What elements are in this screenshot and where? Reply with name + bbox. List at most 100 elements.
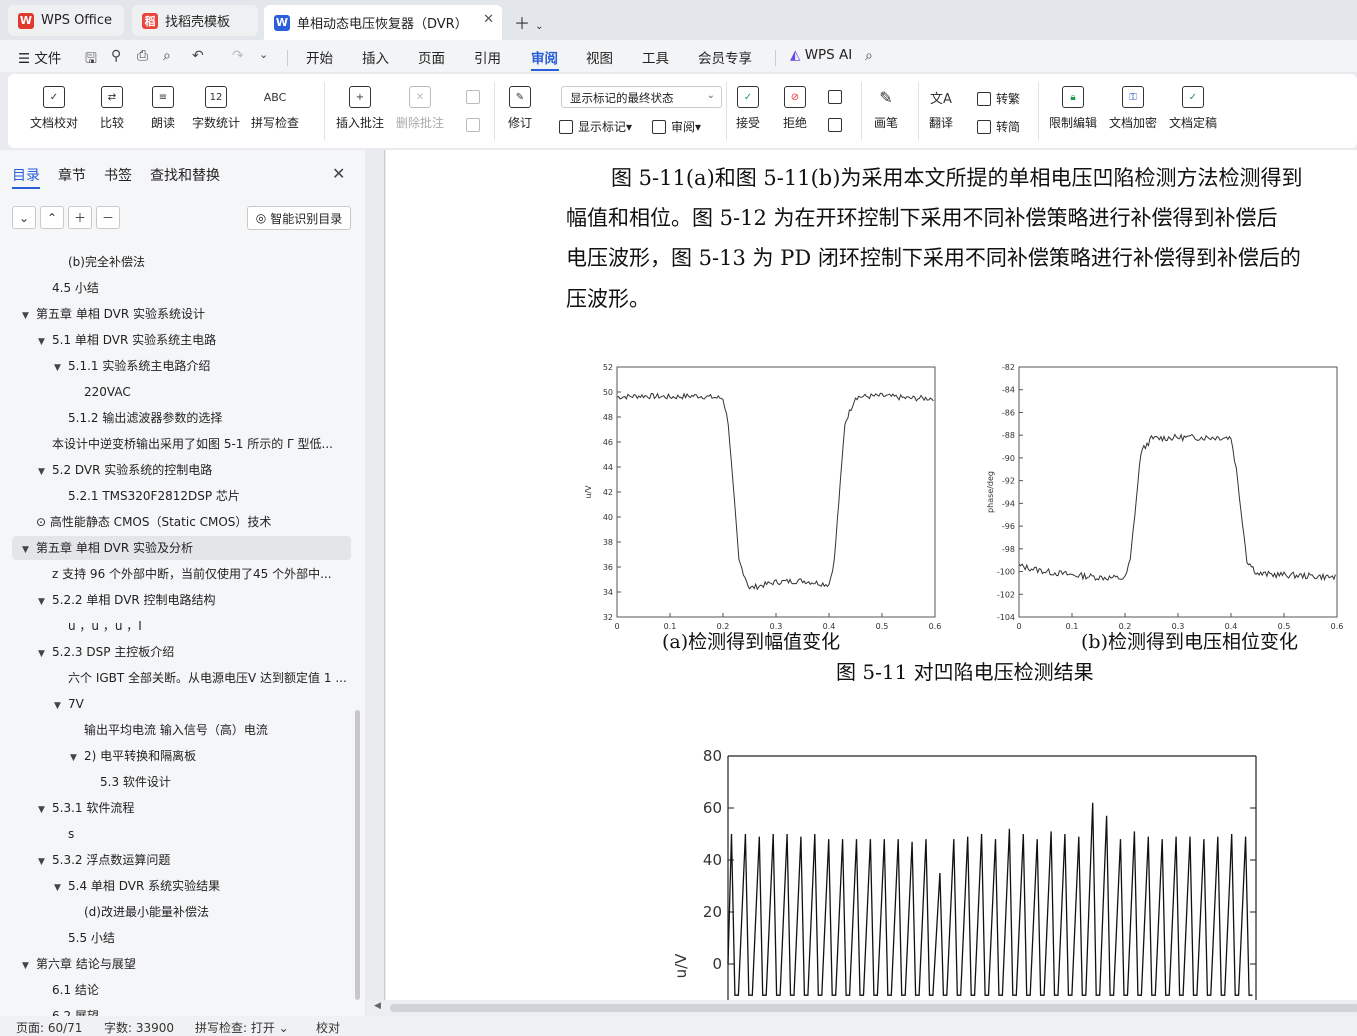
toc-item[interactable]: ▼ 第五章 单相 DVR 实验系统设计 bbox=[22, 302, 350, 326]
menu-view[interactable]: 视图 bbox=[586, 47, 613, 67]
toc-item[interactable]: (b)完全补偿法 bbox=[54, 250, 350, 274]
toc-item[interactable]: ▼ 5.3.1 软件流程 bbox=[38, 796, 350, 820]
markup-mode-select[interactable]: 显示标记的最终状态 ⌄ bbox=[561, 86, 722, 108]
expand-triangle-icon[interactable]: ▼ bbox=[70, 746, 84, 768]
toc-item[interactable]: ▼ 2) 电平转换和隔离板 bbox=[70, 744, 350, 768]
toc-scrollbar[interactable] bbox=[355, 710, 360, 1000]
doc-check-button[interactable]: ✓ 文档校对 bbox=[30, 86, 78, 131]
toc-item[interactable]: 5.2.1 TMS320F2812DSP 芯片 bbox=[54, 484, 350, 508]
menu-page[interactable]: 页面 bbox=[418, 47, 445, 67]
new-tab-button[interactable]: ＋ ⌄ bbox=[514, 10, 543, 34]
toc-item[interactable]: 5.5 小结 bbox=[54, 926, 350, 950]
expand-triangle-icon[interactable]: ▼ bbox=[54, 876, 68, 898]
toc-item[interactable]: ▼ 5.1.1 实验系统主电路介绍 bbox=[54, 354, 350, 378]
menu-file[interactable]: ☰ 文件 bbox=[18, 47, 61, 67]
toc-item[interactable]: ▼ 5.3.2 浮点数运算问题 bbox=[38, 848, 350, 872]
chevron-down-icon[interactable]: ⌄ bbox=[535, 21, 543, 32]
read-aloud-button[interactable]: ≡ 朗读 bbox=[151, 86, 175, 131]
word-count-status[interactable]: 字数: 33900 bbox=[104, 1019, 174, 1036]
collapse-all-button[interactable]: － bbox=[96, 206, 120, 229]
toc-item[interactable]: ▼ 第六章 结论与展望 bbox=[22, 952, 350, 976]
toc-item[interactable]: ▼ 5.2.3 DSP 主控板介绍 bbox=[38, 640, 350, 664]
expand-triangle-icon[interactable]: ▼ bbox=[54, 356, 68, 378]
undo-icon[interactable]: ↶ bbox=[192, 48, 204, 64]
toc-item[interactable]: 220VAC bbox=[70, 380, 350, 404]
compare-button[interactable]: ⇄ 比较 bbox=[100, 86, 124, 131]
toc-item[interactable]: ▼ 5.4 单相 DVR 系统实验结果 bbox=[54, 874, 350, 898]
menu-review[interactable]: 审阅 bbox=[531, 47, 558, 67]
toc-item[interactable]: 5.1.2 输出滤波器参数的选择 bbox=[54, 406, 350, 430]
document-page[interactable]: 图 5-11(a)和图 5-11(b)为采用本文所提的单相电压凹陷检测方法检测得… bbox=[386, 150, 1357, 1000]
toc-item[interactable]: (d)改进最小能量补偿法 bbox=[70, 900, 350, 924]
prev-change-button[interactable] bbox=[828, 90, 847, 104]
toc-item[interactable]: ▼ 5.2.2 单相 DVR 控制电路结构 bbox=[38, 588, 350, 612]
reject-button[interactable]: ⊘ 拒绝 bbox=[783, 86, 807, 131]
ink-button[interactable]: ✎ 画笔 bbox=[874, 86, 898, 131]
tab-find-replace[interactable]: 查找和替换 bbox=[150, 165, 220, 185]
expand-triangle-icon[interactable]: ▼ bbox=[38, 330, 52, 352]
tab-daoke-templates[interactable]: 稻 找稻壳模板 bbox=[132, 5, 258, 36]
menu-home[interactable]: 开始 bbox=[306, 47, 333, 67]
horizontal-scrollbar[interactable]: ◀ bbox=[366, 1000, 1357, 1016]
expand-triangle-icon[interactable]: ▼ bbox=[38, 798, 52, 820]
next-comment-button[interactable] bbox=[466, 118, 485, 132]
expand-triangle-icon[interactable]: ▼ bbox=[38, 850, 52, 872]
tab-wps-office[interactable]: W WPS Office bbox=[8, 5, 124, 36]
toc-item[interactable]: ▼ 5.2 DVR 实验系统的控制电路 bbox=[38, 458, 350, 482]
toc-item[interactable]: ▼ 7V bbox=[54, 692, 350, 716]
close-icon[interactable]: ✕ bbox=[332, 164, 345, 183]
expand-all-button[interactable]: ＋ bbox=[68, 206, 92, 229]
toc-item[interactable]: ▼ 5.1 单相 DVR 实验系统主电路 bbox=[38, 328, 350, 352]
toc-item[interactable]: 输出平均电流 输入信号（高）电流 bbox=[70, 718, 350, 742]
toc-item[interactable]: 4.5 小结 bbox=[38, 276, 350, 300]
prev-comment-button[interactable] bbox=[466, 90, 485, 104]
tab-bookmarks[interactable]: 书签 bbox=[104, 165, 132, 185]
print-icon[interactable]: ⎙ bbox=[137, 48, 148, 64]
track-changes-button[interactable]: ✎ 修订 bbox=[508, 86, 532, 131]
encrypt-button[interactable]: ⚿ 文档加密 bbox=[1109, 86, 1157, 131]
share-icon[interactable]: ⚲ bbox=[111, 48, 121, 64]
to-traditional-button[interactable]: 转繁 bbox=[977, 90, 1020, 107]
tab-chapters[interactable]: 章节 bbox=[58, 165, 86, 185]
proofread-status[interactable]: 校对 bbox=[316, 1019, 340, 1036]
toc-item[interactable]: 六个 IGBT 全部关断。从电源电压V 达到额定值 1 ... bbox=[54, 666, 350, 690]
search-icon[interactable]: ⌕ bbox=[865, 48, 873, 64]
redo-icon[interactable]: ↷ bbox=[232, 48, 244, 64]
menu-insert[interactable]: 插入 bbox=[362, 47, 389, 67]
menu-tools[interactable]: 工具 bbox=[642, 47, 669, 67]
menu-references[interactable]: 引用 bbox=[474, 47, 501, 67]
toc-item[interactable]: z 支持 96 个外部中断，当前仅使用了45 个外部中... bbox=[38, 562, 350, 586]
expand-triangle-icon[interactable]: ▼ bbox=[38, 642, 52, 664]
translate-button[interactable]: 文A 翻译 bbox=[929, 86, 953, 131]
expand-triangle-icon[interactable]: ▼ bbox=[22, 538, 36, 560]
expand-triangle-icon[interactable]: ▼ bbox=[38, 590, 52, 612]
scroll-left-icon[interactable]: ◀ bbox=[374, 1001, 381, 1011]
expand-triangle-icon[interactable]: ▼ bbox=[22, 954, 36, 976]
delete-comment-button[interactable]: ✕ 删除批注 bbox=[396, 86, 444, 131]
toc-item[interactable]: ⊙ 高性能静态 CMOS（Static CMOS）技术 bbox=[22, 510, 350, 534]
spell-check-button[interactable]: ABC 拼写检查 bbox=[251, 86, 299, 131]
finalize-button[interactable]: ✓ 文档定稿 bbox=[1169, 86, 1217, 131]
more-chevron-icon[interactable]: ⌄ bbox=[259, 48, 268, 61]
toc-item[interactable]: 本设计中逆变桥输出采用了如图 5-1 所示的 Γ 型低... bbox=[38, 432, 350, 456]
restrict-edit-button[interactable]: 🔒︎ 限制编辑 bbox=[1049, 86, 1097, 131]
to-simplified-button[interactable]: 转简 bbox=[977, 118, 1020, 135]
toc-item[interactable]: u ，u ，u ，I bbox=[54, 614, 350, 638]
tab-document[interactable]: W 单相动态电压恢复器（DVR） ✕ bbox=[264, 5, 502, 40]
print-preview-icon[interactable]: ⌕ bbox=[163, 48, 171, 64]
show-markup-button[interactable]: 显示标记 ▾ bbox=[559, 118, 632, 135]
insert-comment-button[interactable]: + 插入批注 bbox=[336, 86, 384, 131]
accept-button[interactable]: ✓ 接受 bbox=[736, 86, 760, 131]
toc-item[interactable]: ▼ 第五章 单相 DVR 实验及分析 bbox=[22, 536, 350, 560]
review-pane-button[interactable]: 审阅 ▾ bbox=[652, 118, 701, 135]
toc-item[interactable]: s bbox=[54, 822, 350, 846]
menu-member[interactable]: 会员专享 bbox=[698, 47, 752, 67]
page-indicator[interactable]: 页面: 60/71 bbox=[16, 1019, 82, 1036]
collapse-up-button[interactable]: ⌃ bbox=[40, 206, 64, 229]
tab-toc[interactable]: 目录 bbox=[12, 165, 40, 185]
smart-toc-button[interactable]: ◎ 智能识别目录 bbox=[247, 206, 351, 230]
toc-item[interactable]: 6.1 结论 bbox=[38, 978, 350, 1002]
scroll-thumb[interactable] bbox=[390, 1004, 1357, 1012]
toc-item[interactable]: 5.3 软件设计 bbox=[86, 770, 350, 794]
collapse-down-button[interactable]: ⌄ bbox=[12, 206, 36, 229]
